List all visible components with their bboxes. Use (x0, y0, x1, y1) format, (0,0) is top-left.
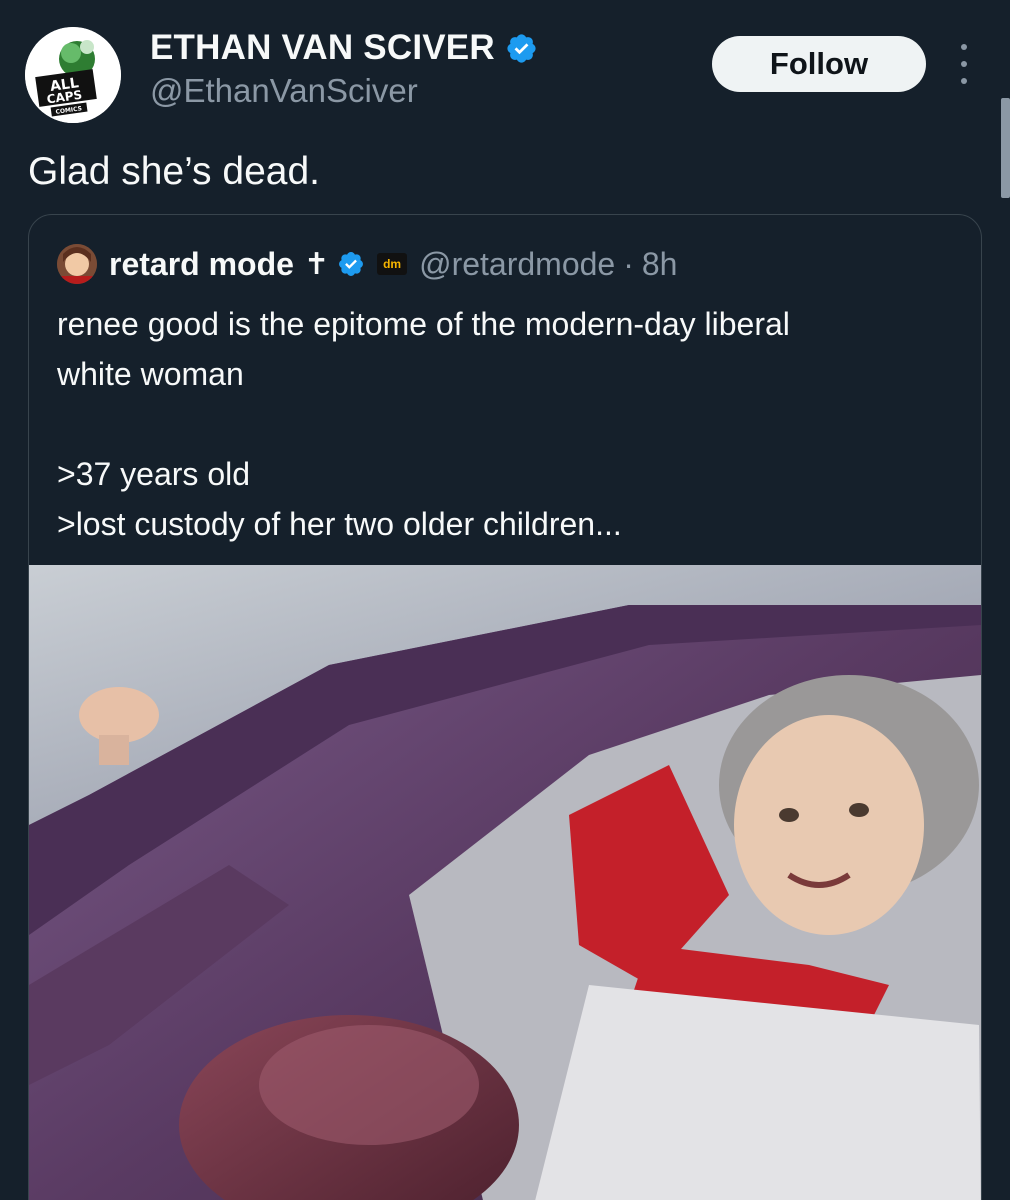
quote-line: white woman (57, 356, 244, 392)
verified-badge-icon[interactable] (337, 250, 365, 278)
quoted-author-handle[interactable]: @retardmode (419, 246, 615, 283)
quote-line: renee good is the epitome of the modern-… (57, 306, 790, 342)
cross-glyph: ✝ (303, 247, 330, 281)
tweet-header: ALL CAPS COMICS ETHAN VAN SCIVER @EthanV… (0, 0, 1010, 198)
scrollbar[interactable] (1001, 98, 1010, 198)
verified-badge-icon[interactable] (505, 32, 538, 65)
quote-line-blank (57, 399, 957, 449)
quote-line: >37 years old (57, 456, 251, 492)
quote-line: >lost custody of her two older children.… (57, 506, 622, 542)
author-avatar[interactable]: ALL CAPS COMICS (25, 27, 121, 123)
quoted-timestamp[interactable]: 8h (642, 246, 678, 283)
anime-avatar-icon (57, 244, 97, 284)
separator-dot: · (623, 245, 634, 282)
video-still-photo-icon (29, 565, 981, 1200)
tweet-text: Glad she’s dead. (28, 150, 320, 193)
quoted-media-image[interactable] (29, 565, 981, 1200)
quoted-tweet[interactable]: retard mode ✝ dm @retardmode · 8h renee … (28, 214, 982, 1200)
author-name-row: ETHAN VAN SCIVER (150, 28, 538, 68)
author-handle[interactable]: @EthanVanSciver (150, 72, 418, 110)
affiliate-badge[interactable]: dm (377, 253, 408, 275)
quoted-tweet-text: renee good is the epitome of the modern-… (57, 299, 957, 549)
author-name[interactable]: ETHAN VAN SCIVER (150, 28, 495, 68)
all-caps-comics-logo-icon: ALL CAPS COMICS (25, 27, 121, 123)
follow-button[interactable]: Follow (712, 36, 926, 92)
quoted-author-name[interactable]: retard mode (109, 246, 294, 283)
more-vertical-icon[interactable] (950, 44, 978, 84)
quoted-tweet-header: retard mode ✝ dm @retardmode · 8h (57, 243, 677, 285)
quoted-author-avatar[interactable] (57, 244, 97, 284)
